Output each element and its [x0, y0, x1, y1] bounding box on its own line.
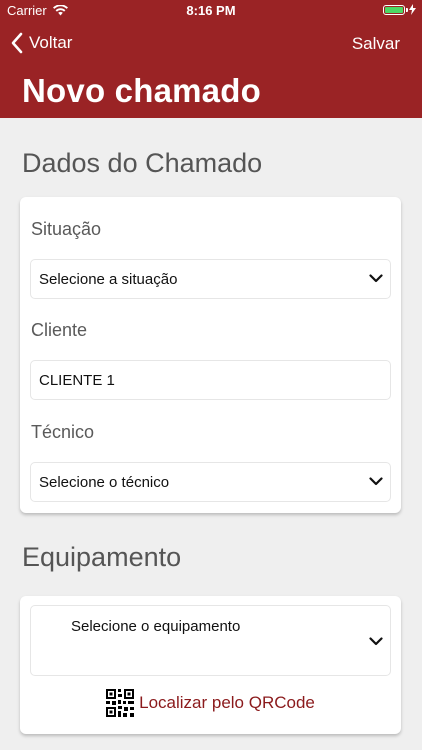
qrcode-link[interactable]: Localizar pelo QRCode: [20, 689, 401, 717]
cliente-field[interactable]: CLIENTE 1: [30, 360, 391, 400]
equipamento-card: Selecione o equipamento Localizar pelo Q…: [20, 596, 401, 734]
dados-card: Situação Selecione a situação Cliente CL…: [20, 197, 401, 513]
status-bar: Carrier 8:16 PM: [0, 0, 422, 22]
navigation-bar: Voltar Salvar Novo chamado: [0, 22, 422, 118]
situacao-value: Selecione a situação: [39, 271, 178, 288]
qrcode-icon: [106, 689, 135, 717]
section-title-equipamento: Equipamento: [22, 542, 182, 572]
cliente-label: Cliente: [31, 320, 88, 340]
situacao-select[interactable]: Selecione a situação: [30, 259, 391, 299]
situacao-label: Situação: [31, 219, 102, 239]
tecnico-label: Técnico: [31, 422, 95, 442]
section-title-dados: Dados do Chamado: [22, 148, 263, 178]
tecnico-value: Selecione o técnico: [39, 474, 170, 491]
chevron-down-icon: [369, 274, 383, 283]
equipamento-select[interactable]: Selecione o equipamento: [30, 605, 391, 676]
save-button[interactable]: Salvar: [352, 34, 400, 54]
equipamento-value: Selecione o equipamento: [71, 618, 241, 635]
charging-icon: [409, 4, 416, 15]
tecnico-select[interactable]: Selecione o técnico: [30, 462, 391, 502]
battery-icon: [383, 4, 408, 15]
chevron-left-icon: [11, 32, 23, 54]
cliente-value: CLIENTE 1: [39, 372, 115, 389]
chevron-down-icon: [369, 477, 383, 486]
chevron-down-icon: [369, 637, 383, 646]
battery-status: [383, 4, 416, 15]
page-title: Novo chamado: [22, 72, 261, 109]
back-label: Voltar: [29, 33, 73, 52]
back-button[interactable]: Voltar: [10, 32, 72, 54]
qrcode-link-label: Localizar pelo QRCode: [139, 693, 315, 712]
status-time: 8:16 PM: [186, 3, 236, 18]
